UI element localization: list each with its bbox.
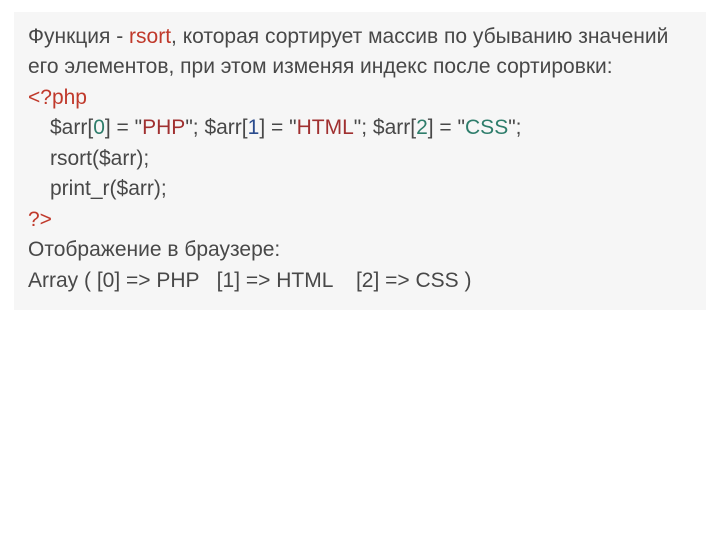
quote: " [508,116,515,139]
desc-text-before: Функция - [28,25,129,48]
code-frag: ] = [105,116,135,139]
code-frag: ; $arr[ [193,116,248,139]
array-index: 2 [416,116,428,139]
code-line-2: rsort($arr); [28,144,692,174]
string-literal: HTML [297,116,354,139]
quote: " [185,116,192,139]
code-line-1: $arr[0] = "PHP"; $arr[1] = "HTML"; $arr[… [28,113,692,143]
code-frag: ; $arr[ [361,116,416,139]
code-frag: ; [516,116,522,139]
output-line: Array ( [0] => PHP [1] => HTML [2] => CS… [28,266,692,296]
function-name: rsort [129,25,171,48]
quote: " [289,116,296,139]
php-close-tag: ?> [28,205,692,235]
quote: " [458,116,465,139]
code-frag: $arr[ [50,116,93,139]
array-index: 0 [93,116,105,139]
php-open-tag: <?php [28,83,692,113]
code-frag: ] = [428,116,458,139]
description-paragraph: Функция - rsort, которая сортирует масси… [28,22,692,83]
array-index: 1 [248,116,260,139]
quote: " [135,116,142,139]
code-line-3: print_r($arr); [28,174,692,204]
code-example-block: Функция - rsort, которая сортирует масси… [14,12,706,310]
string-literal: CSS [465,116,508,139]
output-label: Отображение в браузере: [28,235,692,265]
string-literal: PHP [142,116,185,139]
code-frag: ] = [259,116,289,139]
